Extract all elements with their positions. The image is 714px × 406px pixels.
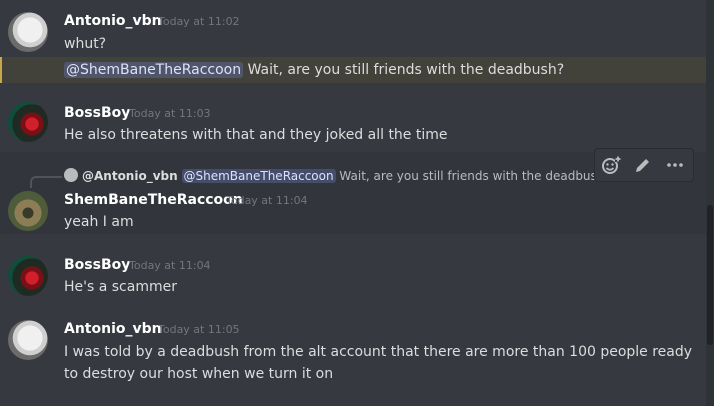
- avatar[interactable]: [8, 256, 48, 296]
- avatar[interactable]: [8, 191, 48, 231]
- ellipsis-icon[interactable]: [659, 149, 691, 181]
- message-list: Antonio_vbn Today at 11:02 whut? @ShemBa…: [0, 0, 706, 406]
- user-mention[interactable]: @ShemBaneTheRaccoon: [64, 62, 244, 78]
- message-actions-toolbar: [594, 148, 694, 182]
- timestamp: Today at 11:04: [226, 194, 308, 207]
- username[interactable]: BossBoy: [64, 256, 130, 274]
- reply-connector: [30, 176, 62, 188]
- scrollbar-thumb[interactable]: [707, 205, 713, 345]
- username[interactable]: BossBoy: [64, 104, 130, 122]
- pencil-icon[interactable]: [627, 149, 659, 181]
- username[interactable]: ShemBaneTheRaccoon: [64, 191, 243, 209]
- timestamp: Today at 11:05: [158, 323, 240, 336]
- scrollbar[interactable]: [706, 0, 714, 406]
- timestamp: Today at 11:03: [129, 107, 211, 120]
- message-text: whut?: [64, 36, 107, 52]
- reply-author[interactable]: @Antonio_vbn: [82, 169, 178, 183]
- message-text: to destroy our host when we turn it on: [64, 366, 334, 382]
- message-text: @ShemBaneTheRaccoon Wait, are you still …: [64, 59, 564, 81]
- reply-avatar: [64, 168, 78, 182]
- add-reaction-icon[interactable]: [595, 149, 627, 181]
- avatar[interactable]: [8, 12, 48, 52]
- message-text: He also threatens with that and they jok…: [64, 127, 448, 143]
- timestamp: Today at 11:04: [129, 259, 211, 272]
- reply-text: Wait, are you still friends with the dea…: [335, 169, 611, 183]
- message-text-body: Wait, are you still friends with the dea…: [243, 62, 565, 78]
- username[interactable]: Antonio_vbn: [64, 12, 162, 30]
- message-text: yeah I am: [64, 214, 134, 230]
- user-mention[interactable]: @ShemBaneTheRaccoon: [181, 169, 336, 183]
- username[interactable]: Antonio_vbn: [64, 320, 162, 338]
- avatar[interactable]: [8, 320, 48, 360]
- avatar[interactable]: [8, 102, 48, 142]
- timestamp: Today at 11:02: [158, 15, 240, 28]
- message-text: I was told by a deadbush from the alt ac…: [64, 344, 693, 360]
- message-text: He's a scammer: [64, 279, 177, 295]
- reply-preview[interactable]: @Antonio_vbn @ShemBaneTheRaccoon Wait, a…: [64, 167, 611, 185]
